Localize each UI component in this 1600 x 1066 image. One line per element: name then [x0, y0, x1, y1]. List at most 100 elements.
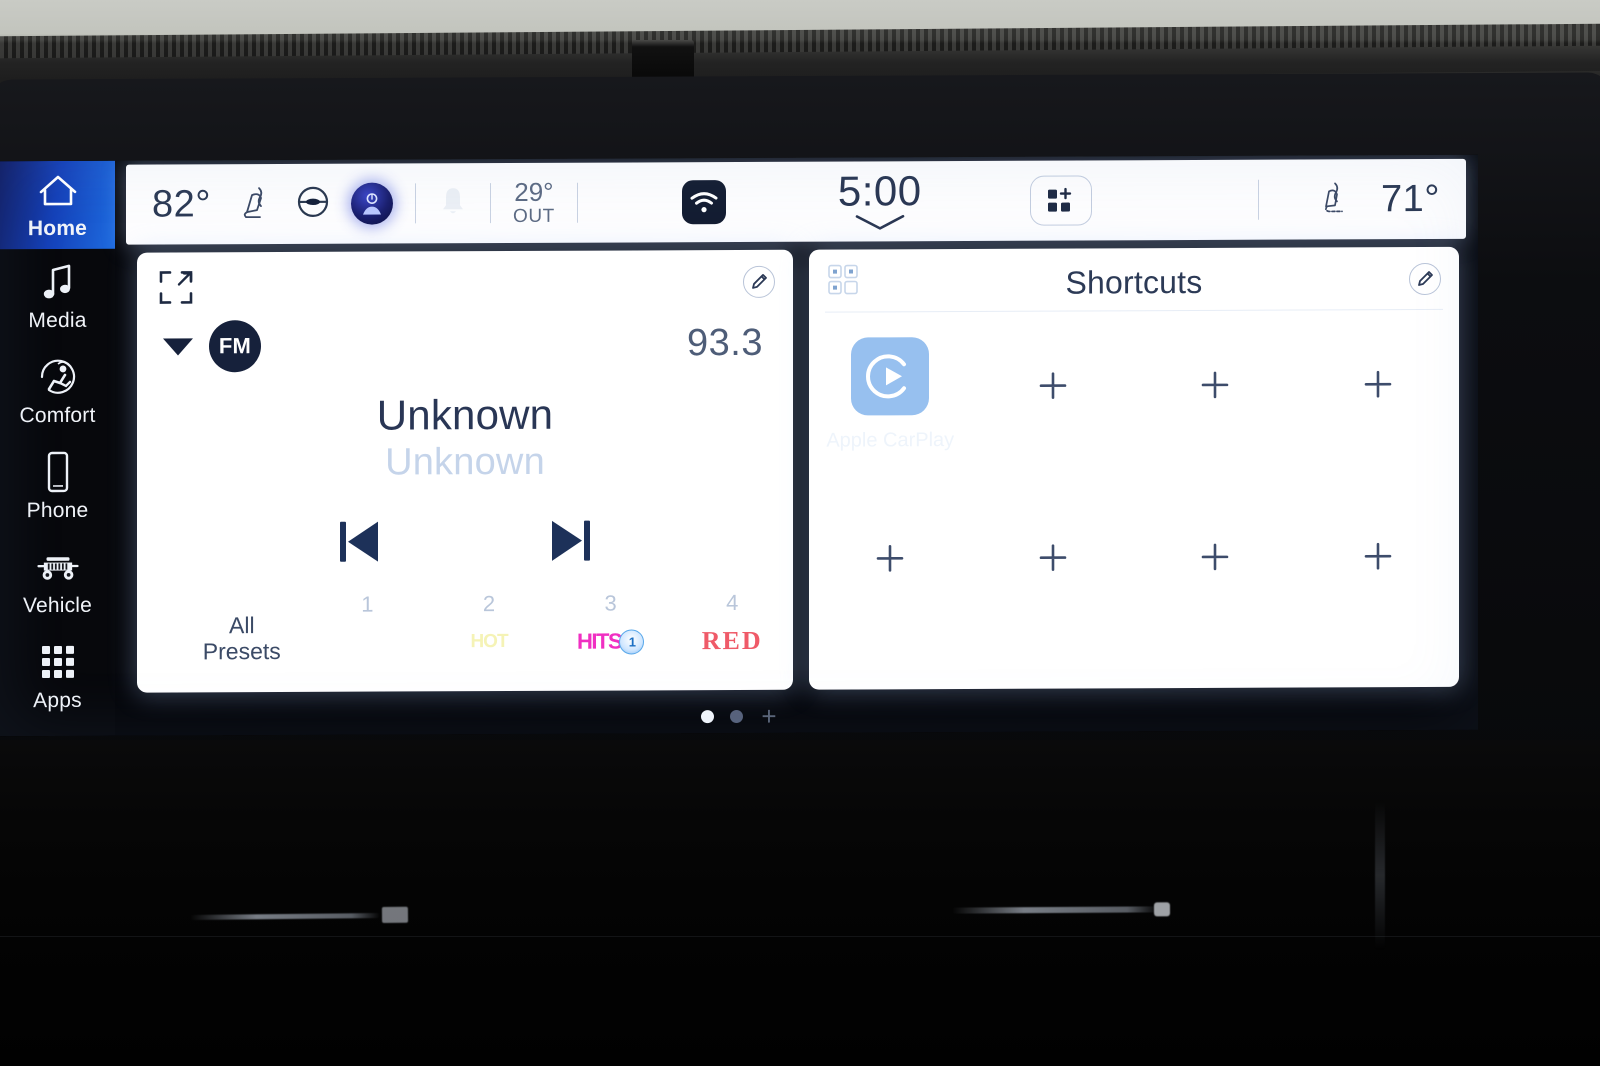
all-presets-button[interactable]: All Presets [177, 612, 307, 665]
sidebar-item-label: Vehicle [22, 593, 93, 617]
preset-number: 4 [726, 590, 739, 616]
apple-carplay-icon [851, 337, 930, 416]
page-dot-active[interactable] [701, 709, 715, 723]
transport-controls [137, 515, 793, 568]
apps-grid-icon [35, 640, 81, 682]
chevron-down-icon [852, 213, 908, 236]
add-shortcut-icon [875, 543, 905, 573]
sidebar-item-comfort[interactable]: Comfort [0, 344, 115, 440]
comfort-seat-icon [35, 355, 81, 397]
status-bar: 82° 29° OUT 5:00 71° [126, 158, 1466, 245]
preset-logo-text: RED [701, 625, 763, 656]
clock-widget[interactable]: 5:00 [838, 167, 922, 236]
shortcuts-row-2 [809, 519, 1459, 574]
shortcut-empty-slot[interactable] [1134, 520, 1297, 573]
preset-item[interactable]: 1 [307, 589, 429, 660]
sidebar-item-label: Phone [26, 498, 89, 522]
expand-fullscreen-icon[interactable] [159, 270, 193, 309]
radio-card: FM 93.3 Unknown Unknown All Presets 1 2 … [137, 249, 793, 693]
preset-logo: RED [702, 624, 763, 658]
preset-item[interactable]: 2 HOT [428, 589, 550, 660]
add-app-grid-icon[interactable] [1029, 175, 1092, 226]
status-divider-3 [576, 182, 578, 223]
notification-bell-icon[interactable] [438, 184, 468, 223]
shortcut-empty-slot[interactable] [1297, 519, 1460, 572]
track-title: Unknown [376, 390, 554, 439]
shortcut-empty-slot[interactable] [809, 521, 972, 574]
page-indicator: + [0, 700, 1478, 732]
driver-profile-icon[interactable] [350, 182, 393, 225]
shortcuts-row-1: Apple CarPlay [809, 325, 1459, 453]
shortcut-empty-slot[interactable] [972, 520, 1135, 573]
home-icon [35, 169, 81, 211]
band-selector[interactable]: FM [163, 320, 261, 373]
shortcuts-card: Shortcuts Apple CarPlay [809, 246, 1459, 690]
heated-seat-icon[interactable] [1319, 178, 1355, 221]
now-playing: Unknown Unknown [137, 390, 793, 486]
shortcut-apple-carplay[interactable]: Apple CarPlay [809, 327, 972, 453]
console-highlight-edge [1375, 800, 1385, 950]
all-presets-line2: Presets [202, 638, 281, 665]
preset-number: 3 [604, 590, 617, 616]
edit-pencil-icon[interactable] [1409, 262, 1441, 296]
dashboard-scene: Home Media Comfort Phone Vehicle Apps 82… [0, 0, 1600, 1066]
add-page-icon[interactable]: + [761, 701, 776, 731]
shortcut-empty-slot[interactable] [972, 326, 1135, 452]
music-note-icon [35, 260, 81, 302]
outside-temp-label: OUT [512, 205, 555, 227]
shortcuts-title: Shortcuts [1065, 263, 1203, 301]
phone-icon [35, 450, 81, 492]
preset-number: 1 [361, 591, 374, 617]
preset-logo: HITS 1 [577, 624, 645, 658]
sidebar-item-home[interactable]: Home [0, 160, 115, 250]
next-track-icon[interactable] [548, 516, 596, 566]
home-cards-row: FM 93.3 Unknown Unknown All Presets 1 2 … [137, 246, 1459, 693]
shortcut-label: Apple CarPlay [826, 429, 955, 452]
preset-strip: All Presets 1 2 HOT 3 HITS 1 4 RED [137, 588, 793, 683]
infotainment-screen: Home Media Comfort Phone Vehicle Apps 82… [0, 154, 1478, 737]
shortcut-empty-slot[interactable] [1134, 326, 1297, 452]
wifi-icon[interactable] [681, 180, 726, 225]
outside-temp-value: 29° [514, 177, 554, 208]
sidebar-item-media[interactable]: Media [0, 249, 115, 345]
edit-pencil-icon[interactable] [743, 265, 775, 298]
clock-time: 5:00 [837, 166, 922, 215]
status-divider-1 [414, 183, 416, 224]
preset-item[interactable]: 3 HITS 1 [550, 588, 672, 659]
vehicle-icon [35, 545, 81, 587]
radio-frequency: 93.3 [687, 321, 763, 365]
passenger-temperature[interactable]: 71° [1381, 177, 1440, 220]
preset-item[interactable]: 4 RED [671, 588, 793, 659]
preset-logo-text: HITS 1 [577, 628, 645, 655]
page-dot[interactable] [730, 709, 744, 723]
console-seam [0, 936, 1600, 937]
add-shortcut-icon [1363, 541, 1393, 571]
previous-track-icon[interactable] [334, 517, 382, 567]
shortcuts-divider [825, 308, 1443, 313]
track-artist: Unknown [385, 440, 545, 484]
sidebar-item-vehicle[interactable]: Vehicle [0, 534, 115, 630]
sidebar-item-label: Comfort [19, 403, 96, 427]
dashboard-center-nub [632, 40, 694, 78]
dashboard-lower-console [0, 740, 1600, 1066]
preset-logo: HOT [470, 625, 507, 659]
sidebar-item-label: Home [27, 216, 88, 241]
add-shortcut-icon [1200, 370, 1230, 400]
outside-temperature: 29° OUT [512, 177, 555, 227]
shortcut-empty-slot[interactable] [1297, 325, 1460, 451]
main-sidebar: Home Media Comfort Phone Vehicle Apps [0, 160, 115, 737]
driver-temperature[interactable]: 82° [152, 183, 211, 226]
add-shortcut-icon [1038, 371, 1068, 401]
preset-logo-text: HOT [470, 631, 508, 653]
defroster-vent-grille [0, 23, 1600, 59]
caret-down-icon [163, 337, 193, 356]
preset-logo-badge: 1 [619, 628, 645, 655]
add-shortcut-icon [1200, 542, 1230, 572]
heated-seat-icon[interactable] [239, 183, 275, 226]
band-badge: FM [209, 320, 261, 373]
sidebar-item-label: Media [28, 308, 87, 332]
all-presets-line1: All [229, 612, 255, 639]
add-shortcut-icon [1363, 369, 1393, 399]
sidebar-item-phone[interactable]: Phone [0, 439, 115, 535]
heated-steering-wheel-icon[interactable] [295, 183, 331, 224]
